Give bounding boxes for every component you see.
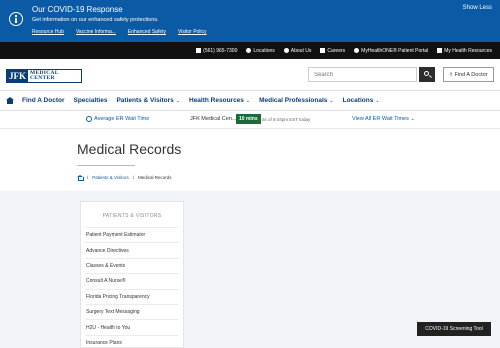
utility-bar: (561) 965-7300 Locations About Us Career… [0,42,500,59]
nav-item-medical-professionals[interactable]: Medical Professionals ⌄ [259,97,333,104]
breadcrumb-parent-link[interactable]: Patients & Visitors [92,175,128,180]
nav-label: Patients & Visitors [116,97,174,104]
search-button[interactable] [419,67,435,82]
chevron-down-icon: ⌄ [375,98,380,104]
covid-banner-description: Get information on our enhanced safety p… [32,17,159,23]
locations-label: Locations [253,47,275,54]
side-menu-item[interactable]: H2U - Health to You [85,319,179,334]
average-er-wait-link[interactable]: Average ER Wait Time [94,116,149,122]
about-us-link[interactable]: About Us [283,47,312,54]
side-menu: PATIENTS & VISITORS Patient Payment Esti… [80,201,184,348]
covid-banner-links: Resource Hub Vaccine Informa... Enhanced… [32,29,207,35]
list-icon [437,48,443,53]
nav-label: Medical Professionals [259,97,328,104]
chevron-down-icon: ⌄ [410,116,415,122]
title-divider [77,165,135,166]
breadcrumb-current: Medical Records [137,175,172,180]
careers-label: Careers [327,47,346,54]
health-resources-label: My Health Resources [444,47,492,54]
side-menu-item[interactable]: Advance Directives [85,242,179,257]
phone-icon [196,48,202,53]
nav-item-find-a-doctor[interactable]: Find A Doctor [22,97,65,104]
home-icon[interactable] [6,97,14,104]
breadcrumb-separator: / [87,175,89,180]
chevron-down-icon: ⌄ [175,98,180,104]
covid-screening-tool-button[interactable]: COVID-19 Screening Tool [417,322,491,336]
info-icon [9,12,23,26]
side-menu-item[interactable]: Consult A Nurse® [85,273,179,288]
nav-item-specialties[interactable]: Specialties [74,97,108,104]
briefcase-icon [320,48,326,53]
search-input[interactable] [308,67,417,82]
careers-link[interactable]: Careers [320,48,345,54]
er-facility-name: JFK Medical Cen... [190,116,237,122]
breadcrumb-separator: / [132,175,134,180]
enhanced-safety-link[interactable]: Enhanced Safety [128,29,166,35]
visitor-policy-link[interactable]: Visitor Policy [178,29,207,35]
side-menu-item[interactable]: Surgery Text Messaging [85,303,179,319]
clock-icon [86,116,92,122]
home-icon[interactable] [77,175,84,181]
phone-link[interactable]: (561) 965-7300 [196,48,237,54]
search-icon [424,71,429,76]
nav-label: Health Resources [189,97,244,104]
er-wait-timestamp: as of 9:44pm EST today [262,117,311,122]
resource-hub-link[interactable]: Resource Hub [32,29,64,35]
breadcrumb: / Patients & Visitors / Medical Records [77,175,172,181]
side-menu-heading: PATIENTS & VISITORS [102,213,162,219]
chevron-down-icon: ⌄ [245,98,251,104]
covid-banner: Our COVID-19 Response Get information on… [0,0,500,42]
logo-line2: CENTER [30,75,55,81]
phone-label: (561) 965-7300 [203,47,238,54]
side-menu-item[interactable]: Florida Pricing Transparency [85,288,179,304]
view-all-label: View All ER Wait Times [352,116,409,122]
find-a-doctor-button[interactable]: ⚕ Find A Doctor [443,67,494,82]
patient-portal-label: MyHealthONE® Patient Portal [361,47,429,54]
about-us-label: About Us [290,47,312,54]
nav-label: Locations [342,97,374,104]
info-icon [283,48,289,53]
logo-text: MEDICAL CENTER [28,70,59,82]
main-nav: Find A Doctor Specialties Patients & Vis… [0,90,500,111]
site-logo[interactable]: JFK MEDICAL CENTER [6,69,82,83]
star-icon [354,48,360,53]
er-wait-badge: 10 mins [236,114,261,124]
logo-short: JFK [7,70,28,82]
nav-item-locations[interactable]: Locations ⌄ [343,97,380,104]
vaccine-info-link[interactable]: Vaccine Informa... [76,29,116,35]
side-menu-item[interactable]: Patient Payment Estimator [85,227,179,242]
doctor-icon: ⚕ [449,71,453,78]
nav-item-health-resources[interactable]: Health Resources ⌄ [189,97,250,104]
location-icon [246,48,252,53]
er-wait-strip: Average ER Wait Time JFK Medical Cen... … [0,111,500,129]
page-title: Medical Records [77,141,182,157]
side-menu-item[interactable]: Insurance Plans [85,334,179,348]
nav-label: Specialties [73,97,108,104]
side-menu-item[interactable]: Classes & Events [85,257,179,273]
nav-item-patients-visitors[interactable]: Patients & Visitors ⌄ [116,97,180,104]
find-a-doctor-label: Find A Doctor [454,71,488,78]
patient-portal-link[interactable]: MyHealthONE® Patient Portal [354,48,428,54]
health-resources-link[interactable]: My Health Resources [437,48,492,54]
chevron-down-icon: ⌄ [329,98,334,104]
locations-link[interactable]: Locations [246,47,275,54]
nav-label: Find A Doctor [22,97,65,104]
view-all-er-wait-times-link[interactable]: View All ER Wait Times ⌄ [352,116,415,122]
covid-banner-title: Our COVID-19 Response [32,5,123,14]
show-less-toggle[interactable]: Show Less [463,5,492,11]
